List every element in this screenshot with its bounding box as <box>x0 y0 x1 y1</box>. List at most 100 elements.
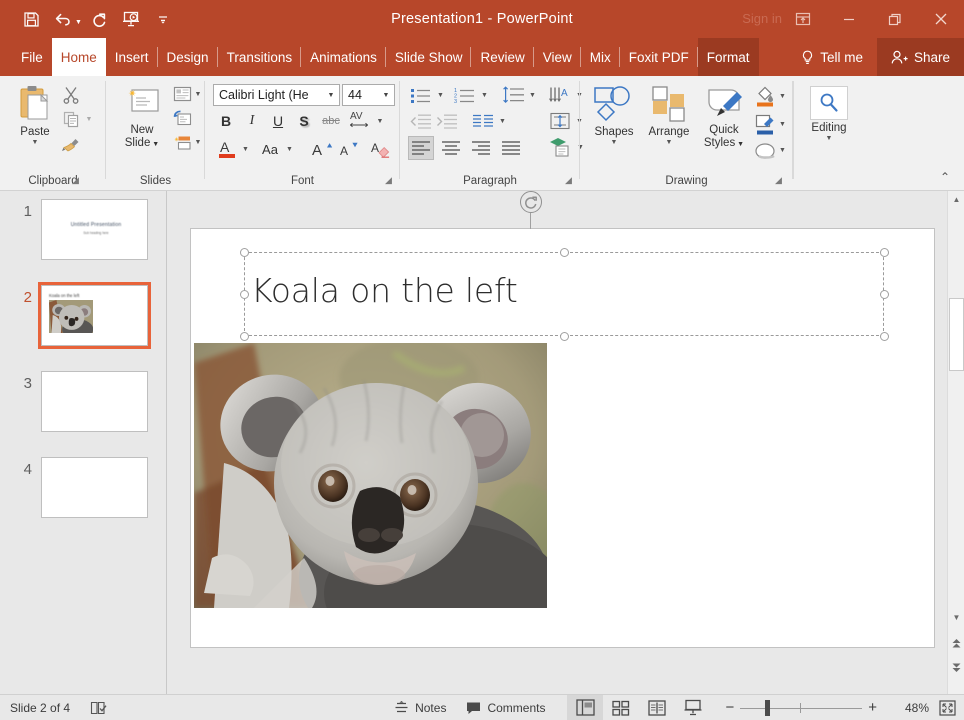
zoom-in-button[interactable]: + <box>862 695 883 720</box>
undo-icon[interactable] <box>48 4 78 34</box>
slide-indicator[interactable]: Slide 2 of 4 <box>0 695 80 720</box>
ribbon-tab-file[interactable]: File <box>12 38 52 76</box>
ribbon-tab-insert[interactable]: Insert <box>106 38 158 76</box>
ribbon-display-options-icon[interactable] <box>780 0 826 38</box>
zoom-out-button[interactable]: − <box>719 695 740 720</box>
redo-icon[interactable] <box>84 4 114 34</box>
line-spacing-dropdown-icon[interactable]: ▼ <box>526 84 539 106</box>
scroll-up-button[interactable]: ▲ <box>948 191 964 208</box>
section-dropdown-icon[interactable]: ▼ <box>192 131 204 153</box>
bold-button[interactable]: B <box>215 110 237 132</box>
text-shadow-button[interactable]: S <box>293 110 315 132</box>
slide-thumbnail[interactable] <box>41 457 148 518</box>
ribbon-tab-review[interactable]: Review <box>471 38 534 76</box>
resize-handle-e[interactable] <box>879 289 889 299</box>
shapes-dropdown-icon[interactable]: ▼ <box>611 139 618 146</box>
collapse-ribbon-button[interactable]: ⌃ <box>934 168 956 186</box>
next-slide-button[interactable] <box>948 659 964 676</box>
clear-formatting-button[interactable]: A <box>367 136 393 162</box>
convert-to-smartart-button[interactable] <box>547 134 575 160</box>
layout-button[interactable] <box>170 83 194 105</box>
slide-thumbnail[interactable]: Koala on the left <box>38 282 151 349</box>
font-color-dropdown-icon[interactable]: ▼ <box>239 138 252 160</box>
start-from-beginning-icon[interactable] <box>116 4 146 34</box>
shapes-button[interactable]: Shapes ▼ <box>588 84 640 146</box>
shape-outline-dropdown-icon[interactable]: ▼ <box>776 114 789 134</box>
section-button[interactable] <box>170 131 194 153</box>
slide-thumbnail-item[interactable]: 3 <box>0 371 167 441</box>
line-spacing-button[interactable] <box>500 84 526 106</box>
new-slide-button[interactable]: New Slide ▼ <box>114 84 170 151</box>
spell-check-icon[interactable] <box>80 695 117 720</box>
share-button[interactable]: Share <box>876 38 964 76</box>
ribbon-tab-animations[interactable]: Animations <box>301 38 386 76</box>
normal-view-button[interactable] <box>567 694 604 720</box>
copy-button[interactable] <box>58 108 84 130</box>
clipboard-dialog-launcher[interactable]: ◢ <box>72 175 79 186</box>
resize-handle-se[interactable] <box>879 331 889 341</box>
arrange-button[interactable]: Arrange ▼ <box>642 84 696 146</box>
align-text-button[interactable] <box>547 110 573 132</box>
ribbon-tab-slide-show[interactable]: Slide Show <box>386 38 472 76</box>
resize-handle-n[interactable] <box>559 247 569 257</box>
reset-button[interactable] <box>170 107 194 129</box>
rotate-handle[interactable] <box>520 191 542 213</box>
layout-dropdown-icon[interactable]: ▼ <box>192 83 204 105</box>
columns-button[interactable] <box>470 110 496 132</box>
font-size-dropdown-icon[interactable]: ▼ <box>378 92 394 99</box>
font-size-combo[interactable]: 44 ▼ <box>342 84 395 106</box>
font-color-button[interactable]: A <box>215 136 239 162</box>
paragraph-dialog-launcher[interactable]: ◢ <box>565 175 572 186</box>
ribbon-tab-format[interactable]: Format <box>697 38 759 76</box>
slide-show-button[interactable] <box>675 695 711 720</box>
slide-thumbnail-item[interactable]: 4 <box>0 457 167 527</box>
ribbon-tab-transitions[interactable]: Transitions <box>218 38 302 76</box>
sign-in-link[interactable]: Sign in <box>742 11 782 26</box>
shape-outline-button[interactable] <box>752 112 778 136</box>
slide-thumbnail[interactable]: Untitled Presentation Sub heading here <box>41 199 148 260</box>
comments-button[interactable]: Comments <box>456 695 555 720</box>
decrease-indent-button[interactable] <box>408 110 434 132</box>
ribbon-tab-foxit-pdf[interactable]: Foxit PDF <box>620 38 698 76</box>
increase-indent-button[interactable] <box>434 110 460 132</box>
drawing-dialog-launcher[interactable]: ◢ <box>775 175 782 186</box>
format-painter-button[interactable] <box>58 132 84 154</box>
copy-dropdown-icon[interactable]: ▼ <box>82 108 96 130</box>
increase-font-size-button[interactable]: A <box>309 136 335 162</box>
columns-dropdown-icon[interactable]: ▼ <box>496 110 509 132</box>
save-icon[interactable] <box>16 4 46 34</box>
ribbon-tab-view[interactable]: View <box>534 38 581 76</box>
quick-styles-button[interactable]: Quick Styles ▼ <box>698 84 750 151</box>
italic-button[interactable]: I <box>241 110 263 132</box>
customize-quick-access-toolbar-icon[interactable] <box>148 4 178 34</box>
cut-button[interactable] <box>58 84 84 106</box>
strikethrough-button[interactable]: abc <box>318 112 344 130</box>
numbering-dropdown-icon[interactable]: ▼ <box>478 84 491 106</box>
ribbon-tab-design[interactable]: Design <box>158 38 218 76</box>
font-name-combo[interactable]: Calibri Light (He ▼ <box>213 84 340 106</box>
slide-thumbnail-item[interactable]: 1 Untitled Presentation Sub heading here <box>0 199 167 269</box>
scroll-down-button[interactable]: ▼ <box>948 609 964 626</box>
reading-view-button[interactable] <box>639 695 675 720</box>
paste-button[interactable]: Paste ▼ <box>8 84 62 146</box>
slide-canvas[interactable]: Koala on the left <box>190 191 935 648</box>
change-case-dropdown-icon[interactable]: ▼ <box>283 138 296 160</box>
notes-button[interactable]: Notes <box>384 695 456 720</box>
zoom-slider-knob[interactable] <box>765 699 771 716</box>
resize-handle-ne[interactable] <box>879 247 889 257</box>
scrollbar-thumb[interactable] <box>949 298 964 371</box>
resize-handle-nw[interactable] <box>239 247 249 257</box>
resize-handle-sw[interactable] <box>239 331 249 341</box>
zoom-level-label[interactable]: 48% <box>883 701 929 715</box>
shape-fill-dropdown-icon[interactable]: ▼ <box>776 86 789 106</box>
underline-button[interactable]: U <box>267 110 289 132</box>
align-right-button[interactable] <box>468 136 494 160</box>
justify-button[interactable] <box>498 136 524 160</box>
fit-to-window-button[interactable] <box>929 695 964 720</box>
bullets-dropdown-icon[interactable]: ▼ <box>434 84 447 106</box>
resize-handle-w[interactable] <box>239 289 249 299</box>
align-left-button[interactable] <box>408 136 434 160</box>
editing-button[interactable]: Editing ▼ <box>803 86 855 142</box>
numbering-button[interactable]: 123 <box>452 84 478 106</box>
minimize-icon[interactable] <box>826 0 872 38</box>
